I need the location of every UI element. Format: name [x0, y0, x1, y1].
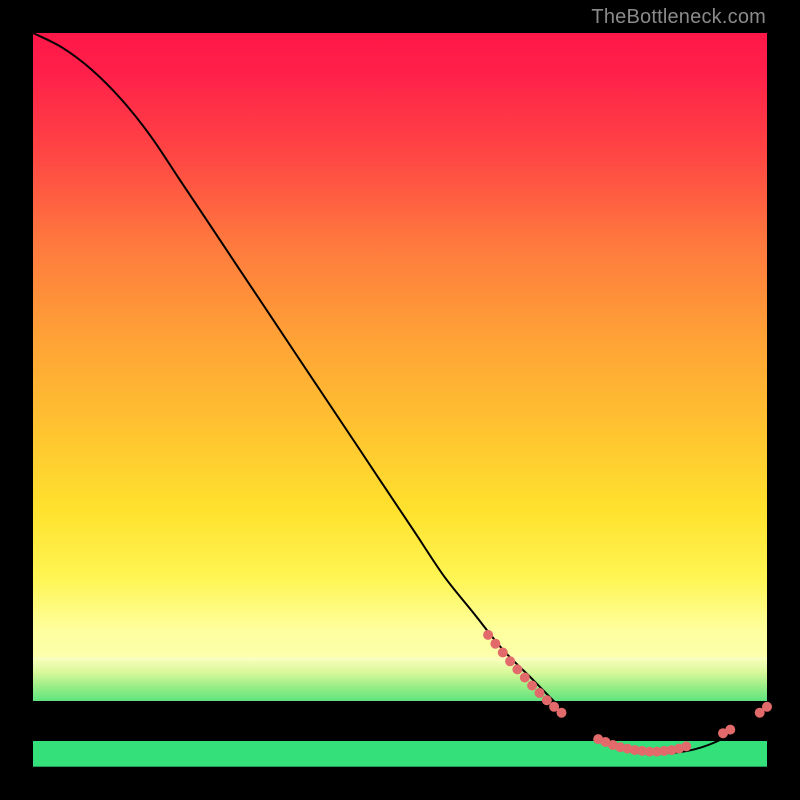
data-dot — [557, 708, 567, 718]
data-dot — [520, 673, 530, 683]
data-dot — [505, 656, 515, 666]
data-dot — [512, 664, 522, 674]
data-dots — [483, 630, 772, 757]
bottleneck-curve — [33, 33, 767, 753]
data-dot — [490, 639, 500, 649]
curve-layer — [33, 33, 767, 767]
data-dot — [762, 702, 772, 712]
data-dot — [725, 725, 735, 735]
data-dot — [498, 648, 508, 658]
data-dot — [483, 630, 493, 640]
data-dot — [527, 681, 537, 691]
chart-frame: TheBottleneck.com — [0, 0, 800, 800]
data-dot — [681, 741, 691, 751]
data-dot — [535, 688, 545, 698]
watermark-text: TheBottleneck.com — [591, 6, 766, 29]
